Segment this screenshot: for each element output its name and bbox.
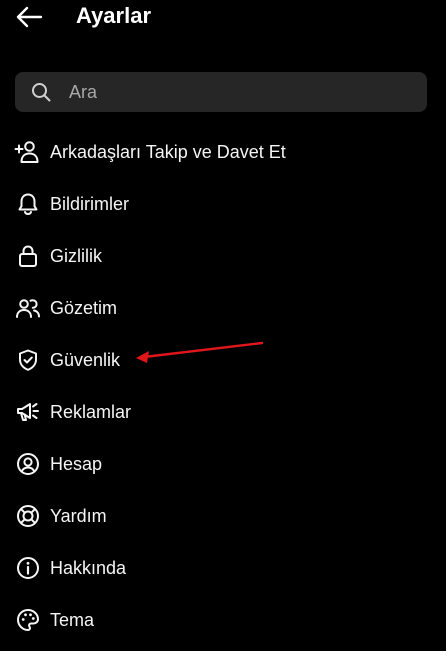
menu-item-ads[interactable]: Reklamlar bbox=[0, 386, 446, 438]
menu-item-label: Gizlilik bbox=[50, 246, 102, 266]
page-title: Ayarlar bbox=[76, 3, 152, 28]
menu-item-label: Yardım bbox=[50, 506, 107, 526]
menu-item-about[interactable]: Hakkında bbox=[0, 542, 446, 594]
add-person-icon bbox=[14, 138, 42, 166]
menu-item-label: Hakkında bbox=[50, 558, 127, 578]
people-icon bbox=[14, 294, 42, 322]
back-button[interactable] bbox=[12, 2, 46, 32]
menu-item-label: Gözetim bbox=[50, 298, 118, 318]
menu-item-label: Reklamlar bbox=[50, 402, 132, 422]
megaphone-icon bbox=[14, 398, 42, 426]
menu-item-notifications[interactable]: Bildirimler bbox=[0, 178, 446, 230]
palette-icon bbox=[14, 606, 42, 634]
settings-menu: Arkadaşları Takip ve Davet Et Bildirimle… bbox=[0, 126, 446, 646]
menu-item-label: Hesap bbox=[50, 454, 103, 474]
search-input[interactable] bbox=[67, 80, 401, 104]
account-circle-icon bbox=[14, 450, 42, 478]
menu-item-account[interactable]: Hesap bbox=[0, 438, 446, 490]
menu-item-security[interactable]: Güvenlik bbox=[0, 334, 446, 386]
bell-icon bbox=[14, 190, 42, 218]
arrow-left-icon bbox=[16, 6, 43, 28]
menu-item-follow-invite[interactable]: Arkadaşları Takip ve Davet Et bbox=[0, 126, 446, 178]
lock-icon bbox=[14, 242, 42, 270]
menu-item-label: Tema bbox=[50, 610, 95, 630]
search-icon bbox=[31, 81, 53, 103]
shield-check-icon bbox=[14, 346, 42, 374]
menu-item-label: Bildirimler bbox=[50, 194, 130, 214]
menu-item-supervision[interactable]: Gözetim bbox=[0, 282, 446, 334]
menu-item-theme[interactable]: Tema bbox=[0, 594, 446, 646]
info-icon bbox=[14, 554, 42, 582]
menu-item-privacy[interactable]: Gizlilik bbox=[0, 230, 446, 282]
header: Ayarlar bbox=[0, 0, 446, 40]
lifebuoy-icon bbox=[14, 502, 42, 530]
menu-item-help[interactable]: Yardım bbox=[0, 490, 446, 542]
menu-item-label: Arkadaşları Takip ve Davet Et bbox=[50, 142, 286, 162]
search-bar[interactable] bbox=[15, 72, 427, 112]
menu-item-label: Güvenlik bbox=[50, 350, 121, 370]
